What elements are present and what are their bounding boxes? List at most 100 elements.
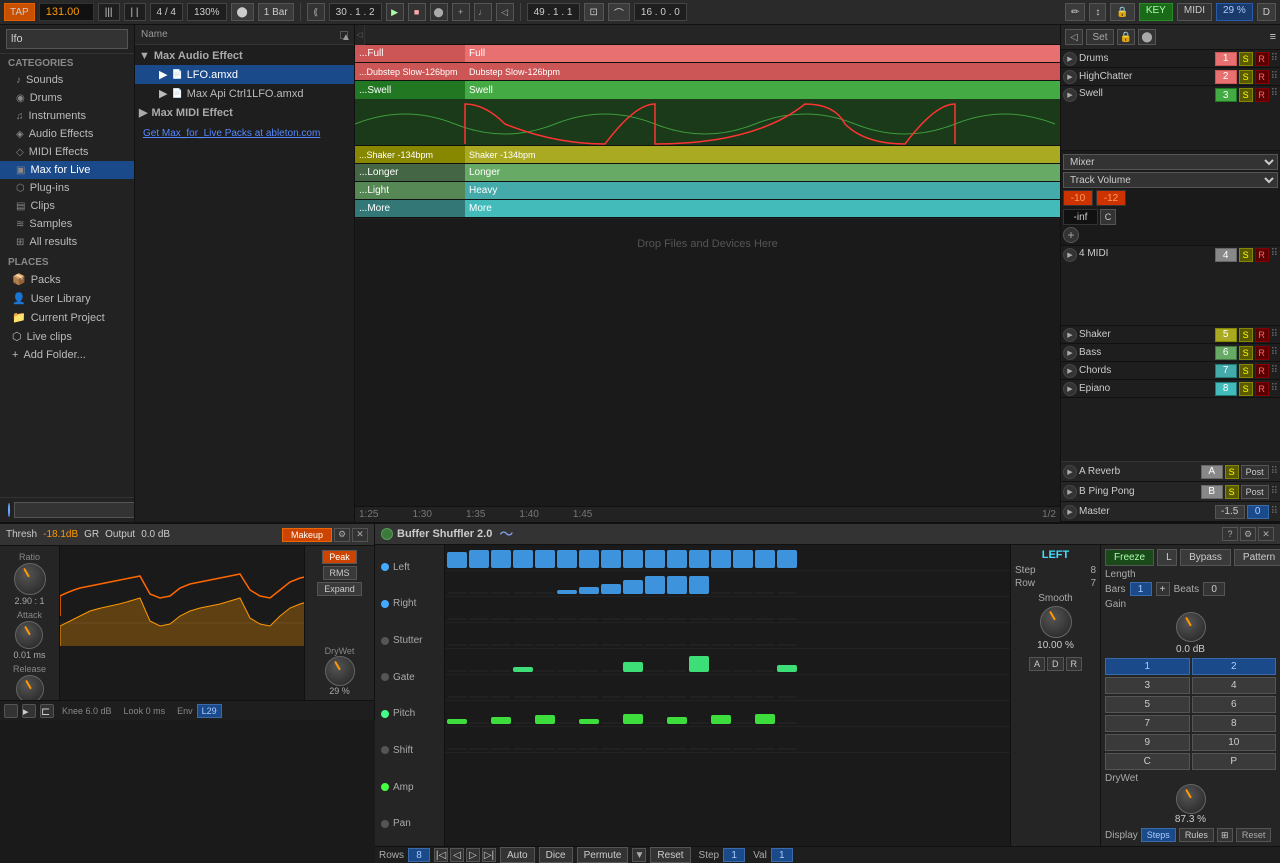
freeze-btn[interactable]: Freeze — [1105, 549, 1154, 566]
gate-dot[interactable] — [381, 673, 389, 681]
bs-bar-5-13[interactable] — [733, 696, 753, 698]
bs-bar-3-13[interactable] — [733, 644, 753, 646]
bs-close-btn[interactable]: ✕ — [1258, 527, 1274, 541]
bs-bar-5-15[interactable] — [777, 696, 797, 698]
comp-icon-btn3[interactable]: ⊏ — [40, 704, 54, 718]
bs-bar-0-3[interactable] — [513, 550, 533, 568]
bs-bar-3-10[interactable] — [667, 644, 687, 646]
amp-dot[interactable] — [381, 783, 389, 791]
bs-bar-1-15[interactable] — [777, 592, 797, 594]
nav-next-btn[interactable]: ▷ — [466, 848, 480, 862]
tap-button[interactable]: TAP — [4, 3, 35, 21]
sidebar-item-clips[interactable]: ▤ Clips — [0, 197, 134, 215]
pitch-dot[interactable] — [381, 710, 389, 718]
permute-arrow-btn[interactable]: ▼ — [632, 848, 646, 862]
peak-btn[interactable]: Peak — [322, 550, 357, 564]
bs-bar-2-14[interactable] — [755, 618, 775, 620]
bs-bar-5-6[interactable] — [579, 696, 599, 698]
bs-bar-5-2[interactable] — [491, 696, 511, 698]
bs-bar-6-9[interactable] — [645, 722, 665, 724]
bs-power-icon[interactable] — [381, 528, 393, 540]
smooth-knob[interactable] — [1040, 606, 1072, 638]
bs-bar-4-1[interactable] — [469, 670, 489, 672]
bs-bar-2-9[interactable] — [645, 618, 665, 620]
bs-bar-0-4[interactable] — [535, 550, 555, 568]
auto-bottom-btn[interactable]: Auto — [500, 847, 535, 863]
bs-bar-3-14[interactable] — [755, 644, 775, 646]
bs-bar-1-3[interactable] — [513, 592, 533, 594]
bypass-btn[interactable]: Bypass — [1180, 549, 1231, 566]
clip-dubstep-right[interactable]: Dubstep Slow-126bpm — [465, 63, 1060, 80]
highchatter-r-btn[interactable]: R — [1255, 70, 1269, 84]
shaker-r-btn[interactable]: R — [1255, 328, 1269, 342]
gain-knob[interactable] — [1176, 612, 1206, 642]
bs-bar-4-0[interactable] — [447, 670, 467, 672]
bs-bar-4-12[interactable] — [711, 670, 731, 672]
pencil-btn[interactable]: ✏ — [1065, 3, 1085, 21]
bs-bar-1-10[interactable] — [667, 576, 687, 594]
shaker-s-btn[interactable]: S — [1239, 328, 1253, 342]
reverb-s-btn[interactable]: S — [1225, 465, 1239, 479]
reset-bottom-btn[interactable]: Reset — [650, 847, 690, 863]
bs-bar-3-1[interactable] — [469, 644, 489, 646]
num-6[interactable]: 6 — [1192, 696, 1277, 713]
bs-bar-7-8[interactable] — [623, 748, 643, 750]
bs-bar-6-1[interactable] — [469, 722, 489, 724]
bs-bar-1-1[interactable] — [469, 592, 489, 594]
bs-bar-7-1[interactable] — [469, 748, 489, 750]
clip-longer-left[interactable]: ...Longer — [355, 164, 465, 181]
clip-shaker-right[interactable]: Shaker -134bpm — [465, 146, 1060, 163]
search-input[interactable] — [6, 29, 128, 49]
bs-bar-2-5[interactable] — [557, 618, 577, 620]
stop-btn[interactable]: ■ — [408, 3, 426, 21]
env-val[interactable]: L29 — [197, 704, 222, 718]
left-dot[interactable] — [381, 563, 389, 571]
bs-bar-7-14[interactable] — [755, 748, 775, 750]
rec-btn[interactable]: ⬤ — [231, 3, 254, 21]
num-8[interactable]: 8 — [1192, 715, 1277, 732]
bs-bar-3-0[interactable] — [447, 644, 467, 646]
bs-bar-0-11[interactable] — [689, 550, 709, 568]
reset-btn2[interactable]: Reset — [1236, 828, 1272, 842]
swell-play-btn[interactable]: ▶ — [1063, 88, 1077, 102]
bs-bar-4-15[interactable] — [777, 665, 797, 672]
bass-r-btn[interactable]: R — [1255, 346, 1269, 360]
num-p[interactable]: P — [1192, 753, 1277, 770]
epiano-r-btn[interactable]: R — [1255, 382, 1269, 396]
chords-s-btn[interactable]: S — [1239, 364, 1253, 378]
set-btn[interactable]: Set — [1086, 29, 1114, 45]
midi-button[interactable]: MIDI — [1177, 3, 1212, 21]
bs-bar-5-14[interactable] — [755, 696, 775, 698]
loop-btn[interactable]: ⊡ — [584, 3, 604, 21]
bs-bar-0-2[interactable] — [491, 550, 511, 568]
midi-play-btn[interactable]: ▶ — [1063, 248, 1077, 262]
bs-bar-3-11[interactable] — [689, 644, 709, 646]
clip-swell-right[interactable]: Swell — [465, 81, 1060, 99]
browser-group-max-midi[interactable]: ▶ Max MIDI Effect — [135, 103, 354, 122]
attack-knob[interactable] — [15, 621, 43, 649]
undo-btn[interactable]: ◁ — [1065, 29, 1083, 45]
bs-bar-0-8[interactable] — [623, 550, 643, 568]
midi-s-btn[interactable]: S — [1239, 248, 1253, 262]
rec-transport-btn[interactable]: ⬤ — [430, 3, 448, 21]
bs-bar-5-1[interactable] — [469, 696, 489, 698]
bs-bar-2-10[interactable] — [667, 618, 687, 620]
bs-bar-1-2[interactable] — [491, 592, 511, 594]
stutter-dot[interactable] — [381, 637, 389, 645]
bs-bar-1-0[interactable] — [447, 592, 467, 594]
bs-bar-7-3[interactable] — [513, 748, 533, 750]
key-button[interactable]: KEY — [1139, 3, 1173, 21]
bs-bar-5-12[interactable] — [711, 696, 731, 698]
bs-bar-3-5[interactable] — [557, 644, 577, 646]
bs-bar-5-9[interactable] — [645, 696, 665, 698]
bs-bar-5-0[interactable] — [447, 696, 467, 698]
pingpong-s-btn[interactable]: S — [1225, 485, 1239, 499]
num-c[interactable]: C — [1105, 753, 1190, 770]
bs-bar-0-1[interactable] — [469, 550, 489, 568]
num-10[interactable]: 10 — [1192, 734, 1277, 751]
num-9[interactable]: 9 — [1105, 734, 1190, 751]
bs-bar-5-3[interactable] — [513, 696, 533, 698]
bs-bar-7-6[interactable] — [579, 748, 599, 750]
num-4[interactable]: 4 — [1192, 677, 1277, 694]
num-2[interactable]: 2 — [1192, 658, 1277, 675]
